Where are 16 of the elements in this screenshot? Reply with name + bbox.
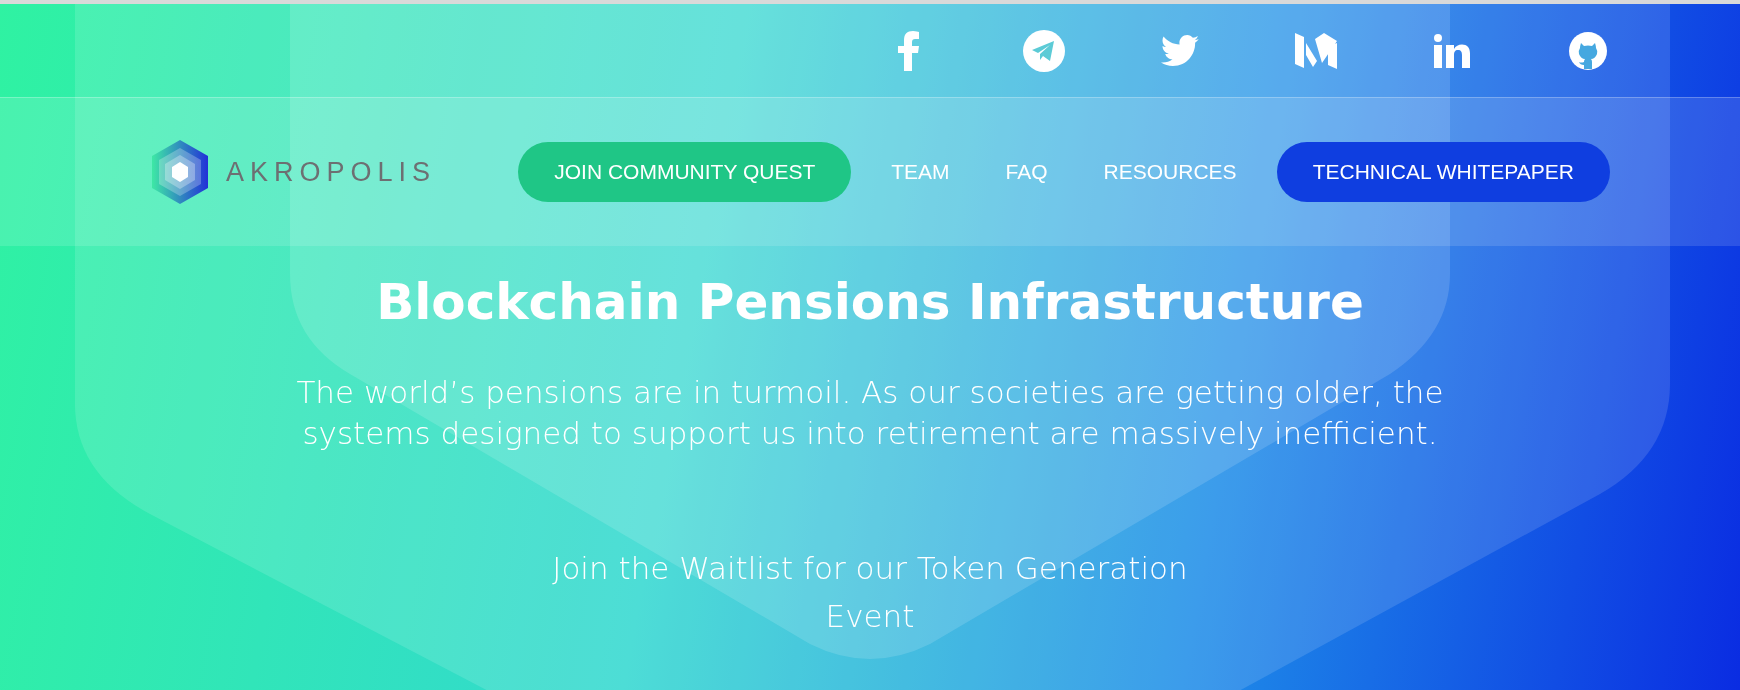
hexagon-logo-icon: [150, 139, 210, 205]
github-icon[interactable]: [1569, 31, 1607, 70]
nav-link[interactable]: TEAM: [875, 142, 966, 202]
bird-icon[interactable]: [1161, 34, 1199, 67]
m-logo-icon[interactable]: [1295, 32, 1337, 69]
nav-link[interactable]: FAQ: [989, 142, 1064, 202]
nav-link[interactable]: RESOURCES: [1087, 142, 1253, 202]
hero-description: The world’s pensions are in turmoil. As our societies are getting older, the systems designed to support us into retirement are massively inefficient.: [295, 373, 1445, 454]
telegram-icon[interactable]: [1023, 29, 1065, 72]
join-quest-button[interactable]: JOIN COMMUNITY QUEST: [518, 142, 852, 202]
linkedin-icon[interactable]: [1434, 33, 1470, 68]
facebook-icon[interactable]: [896, 30, 920, 71]
hero-title: Blockchain Pensions Infrastructure: [375, 272, 1365, 332]
logo-wordmark: AKROPOLIS: [226, 155, 437, 189]
waitlist-heading: Join the Waitlist for our Token Generation Event: [551, 549, 1189, 637]
whitepaper-button[interactable]: TECHNICAL WHITEPAPER: [1276, 142, 1610, 202]
